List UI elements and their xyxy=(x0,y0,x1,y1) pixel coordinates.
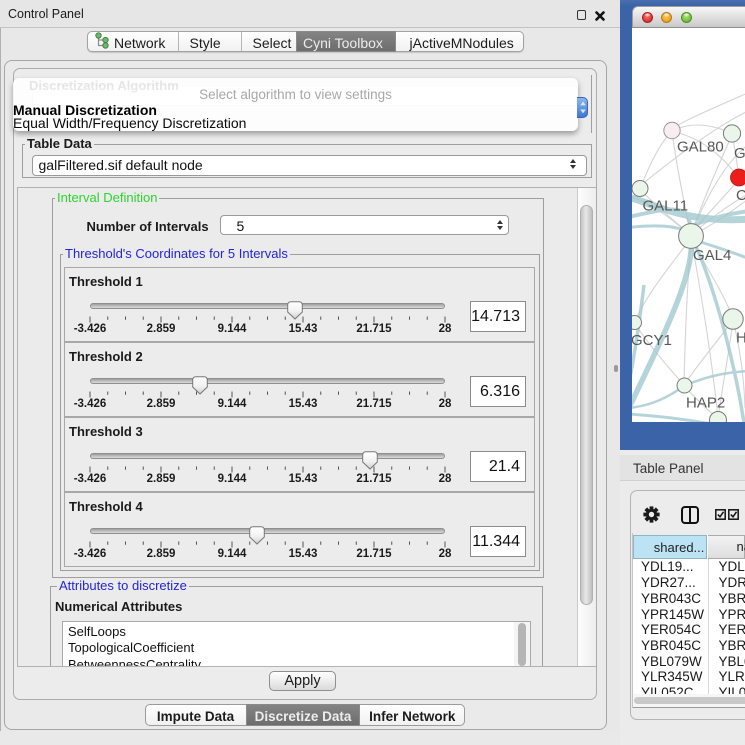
svg-text:HA: HA xyxy=(736,329,745,346)
svg-text:GAL80: GAL80 xyxy=(677,138,724,155)
svg-text:G: G xyxy=(734,145,745,162)
svg-text:GAL11: GAL11 xyxy=(643,197,689,214)
svg-text:C: C xyxy=(736,187,745,204)
svg-text:HAP2: HAP2 xyxy=(686,394,725,411)
svg-text:GCY1: GCY1 xyxy=(632,332,672,349)
svg-text:GAL4: GAL4 xyxy=(693,247,731,264)
